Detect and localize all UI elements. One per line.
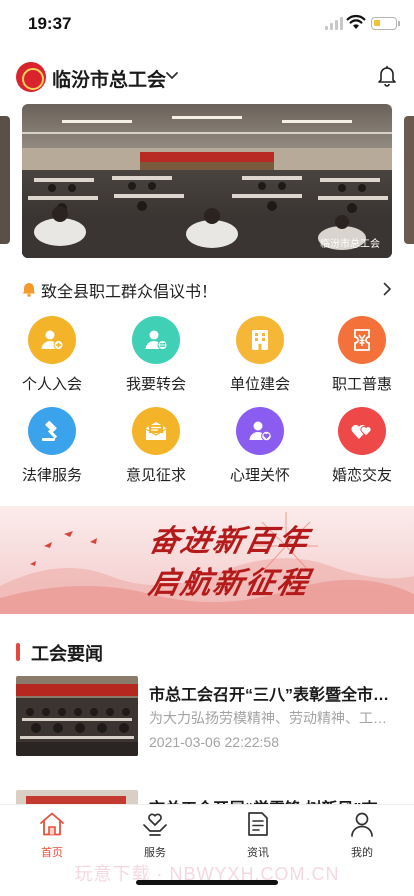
service-legal[interactable]: 法律服务 (4, 407, 100, 489)
svc-circle (338, 407, 386, 455)
bell-icon[interactable] (377, 65, 397, 87)
service-join[interactable]: 个人入会 (4, 316, 100, 398)
signal-icon (325, 16, 343, 30)
svc-circle (28, 407, 76, 455)
gavel-icon (42, 420, 58, 441)
hearts-icon (351, 424, 372, 439)
banner-watermark: 临汾市总工会 (320, 239, 380, 250)
news-date: 2021-03-06 22:22:58 (149, 734, 279, 750)
service-label: 法律服务 (21, 467, 82, 484)
user-icon (351, 812, 373, 837)
notice-text: 致全县职工群众倡议书！ (41, 284, 218, 301)
banner-carousel[interactable]: 临汾市总工会 (22, 104, 392, 258)
section-accent-bar (16, 643, 20, 661)
tab-home[interactable]: 首页 (12, 811, 92, 861)
tab-services[interactable]: 服务 (115, 811, 195, 861)
promo-banner[interactable]: 奋进新百年 启航新征程 (0, 506, 414, 614)
header: 临汾市总工会 (0, 56, 414, 98)
heart-hand-icon (143, 813, 167, 836)
service-dating[interactable]: 婚恋交友 (314, 407, 410, 489)
svc-circle (132, 316, 180, 364)
promo-slogan-line1: 奋进新百年 (145, 524, 313, 559)
status-bar: 19:37 (0, 0, 414, 48)
service-counseling[interactable]: 心理关怀 (212, 407, 308, 489)
service-feedback[interactable]: 意见征求 (108, 407, 204, 489)
notice-bar[interactable]: 致全县职工群众倡议书！ (18, 276, 396, 302)
service-label: 心理关怀 (229, 467, 290, 484)
status-time: 19:37 (28, 14, 72, 33)
svc-circle (236, 407, 284, 455)
notice-bell-icon (22, 283, 36, 297)
wifi-icon (346, 14, 366, 29)
service-transfer[interactable]: 我要转会 (108, 316, 204, 398)
mail-icon (145, 422, 167, 440)
tab-profile[interactable]: 我的 (322, 811, 402, 861)
service-label: 个人入会 (21, 376, 82, 393)
news-headline: 市总工会召开“三八”表彰暨全市女职工工作会议 (149, 687, 394, 704)
svc-circle (132, 407, 180, 455)
news-item[interactable]: 市总工会召开“三八”表彰暨全市女职工工作会议 为大力弘扬劳模精神、劳动精神、工匠… (16, 676, 398, 760)
tab-label: 资讯 (247, 847, 269, 859)
banner-next-slide[interactable] (404, 116, 414, 244)
service-build-union[interactable]: 单位建会 (212, 316, 308, 398)
promo-pagination (197, 605, 219, 614)
svc-circle (236, 316, 284, 364)
battery-level (374, 20, 380, 26)
news-summary: 为大力弘扬劳模精神、劳动精神、工匠精神 (149, 710, 394, 726)
org-name[interactable]: 临汾市总工会 (52, 65, 166, 92)
battery-icon (371, 17, 397, 30)
document-icon (248, 812, 268, 836)
tab-label: 服务 (144, 847, 166, 859)
building-icon (252, 330, 268, 350)
ticket-icon (354, 329, 370, 351)
union-emblem-icon (16, 62, 46, 92)
svc-circle (338, 316, 386, 364)
chevron-right-icon (383, 282, 391, 296)
home-indicator (136, 880, 278, 885)
service-label: 单位建会 (229, 376, 290, 393)
user-add-icon (41, 330, 64, 350)
service-label: 我要转会 (125, 376, 186, 393)
service-label: 职工普惠 (331, 376, 392, 393)
news-section-header: 工会要闻 (16, 640, 396, 666)
news-section-title: 工会要闻 (31, 644, 103, 664)
news-thumbnail (16, 676, 138, 756)
user-heart-icon (249, 421, 272, 442)
tab-news[interactable]: 资讯 (218, 811, 298, 861)
svc-circle (28, 316, 76, 364)
chevron-down-icon[interactable] (166, 71, 178, 81)
service-label: 婚恋交友 (331, 467, 392, 484)
home-icon (40, 812, 64, 836)
service-benefits[interactable]: 职工普惠 (314, 316, 410, 398)
tab-label: 我的 (351, 847, 373, 859)
tab-label: 首页 (41, 847, 63, 859)
service-label: 意见征求 (125, 467, 186, 484)
user-transfer-icon (145, 330, 168, 350)
banner-prev-slide[interactable] (0, 116, 10, 244)
promo-slogan-line2: 启航新征程 (145, 566, 313, 601)
